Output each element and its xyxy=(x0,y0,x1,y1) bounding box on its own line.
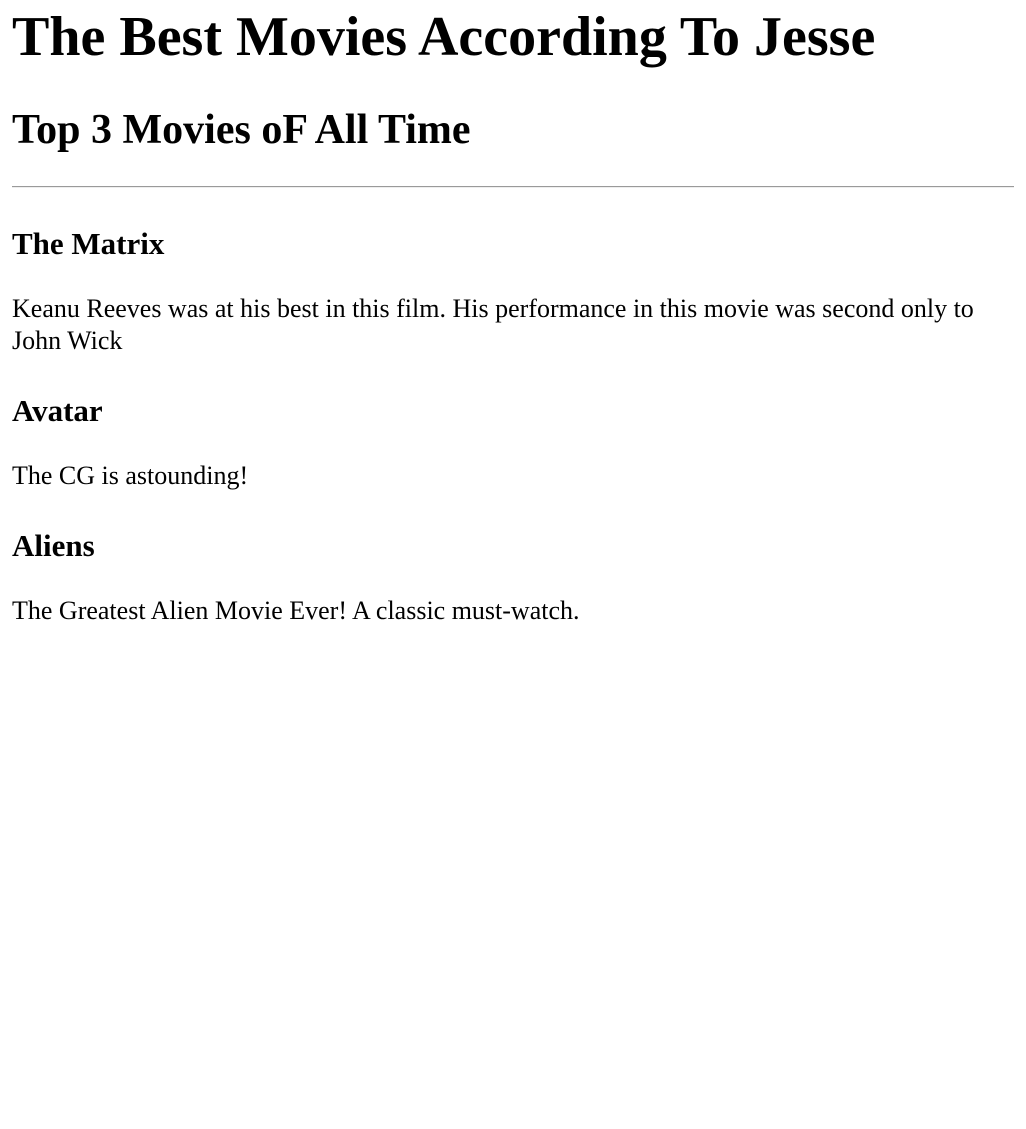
movie-description: The CG is astounding! xyxy=(12,460,249,490)
movie-description: The Greatest Alien Movie Ever! A classic… xyxy=(12,596,580,626)
movie-item: Aliens The Greatest Alien Movie Ever! A … xyxy=(12,527,1014,627)
movie-title: Avatar xyxy=(12,392,103,428)
movie-item: The Matrix Keanu Reeves was at his best … xyxy=(12,225,1014,357)
movie-list: The Matrix Keanu Reeves was at his best … xyxy=(12,225,1014,627)
movie-title: Aliens xyxy=(12,527,95,563)
section-divider xyxy=(12,185,1014,188)
movie-title: The Matrix xyxy=(12,225,165,261)
movie-item: Avatar The CG is astounding! xyxy=(12,392,1014,492)
page-title: The Best Movies According To Jesse xyxy=(12,6,876,68)
movie-description: Keanu Reeves was at his best in this fil… xyxy=(12,293,974,355)
page-subtitle: Top 3 Movies oF All Time xyxy=(12,107,471,154)
